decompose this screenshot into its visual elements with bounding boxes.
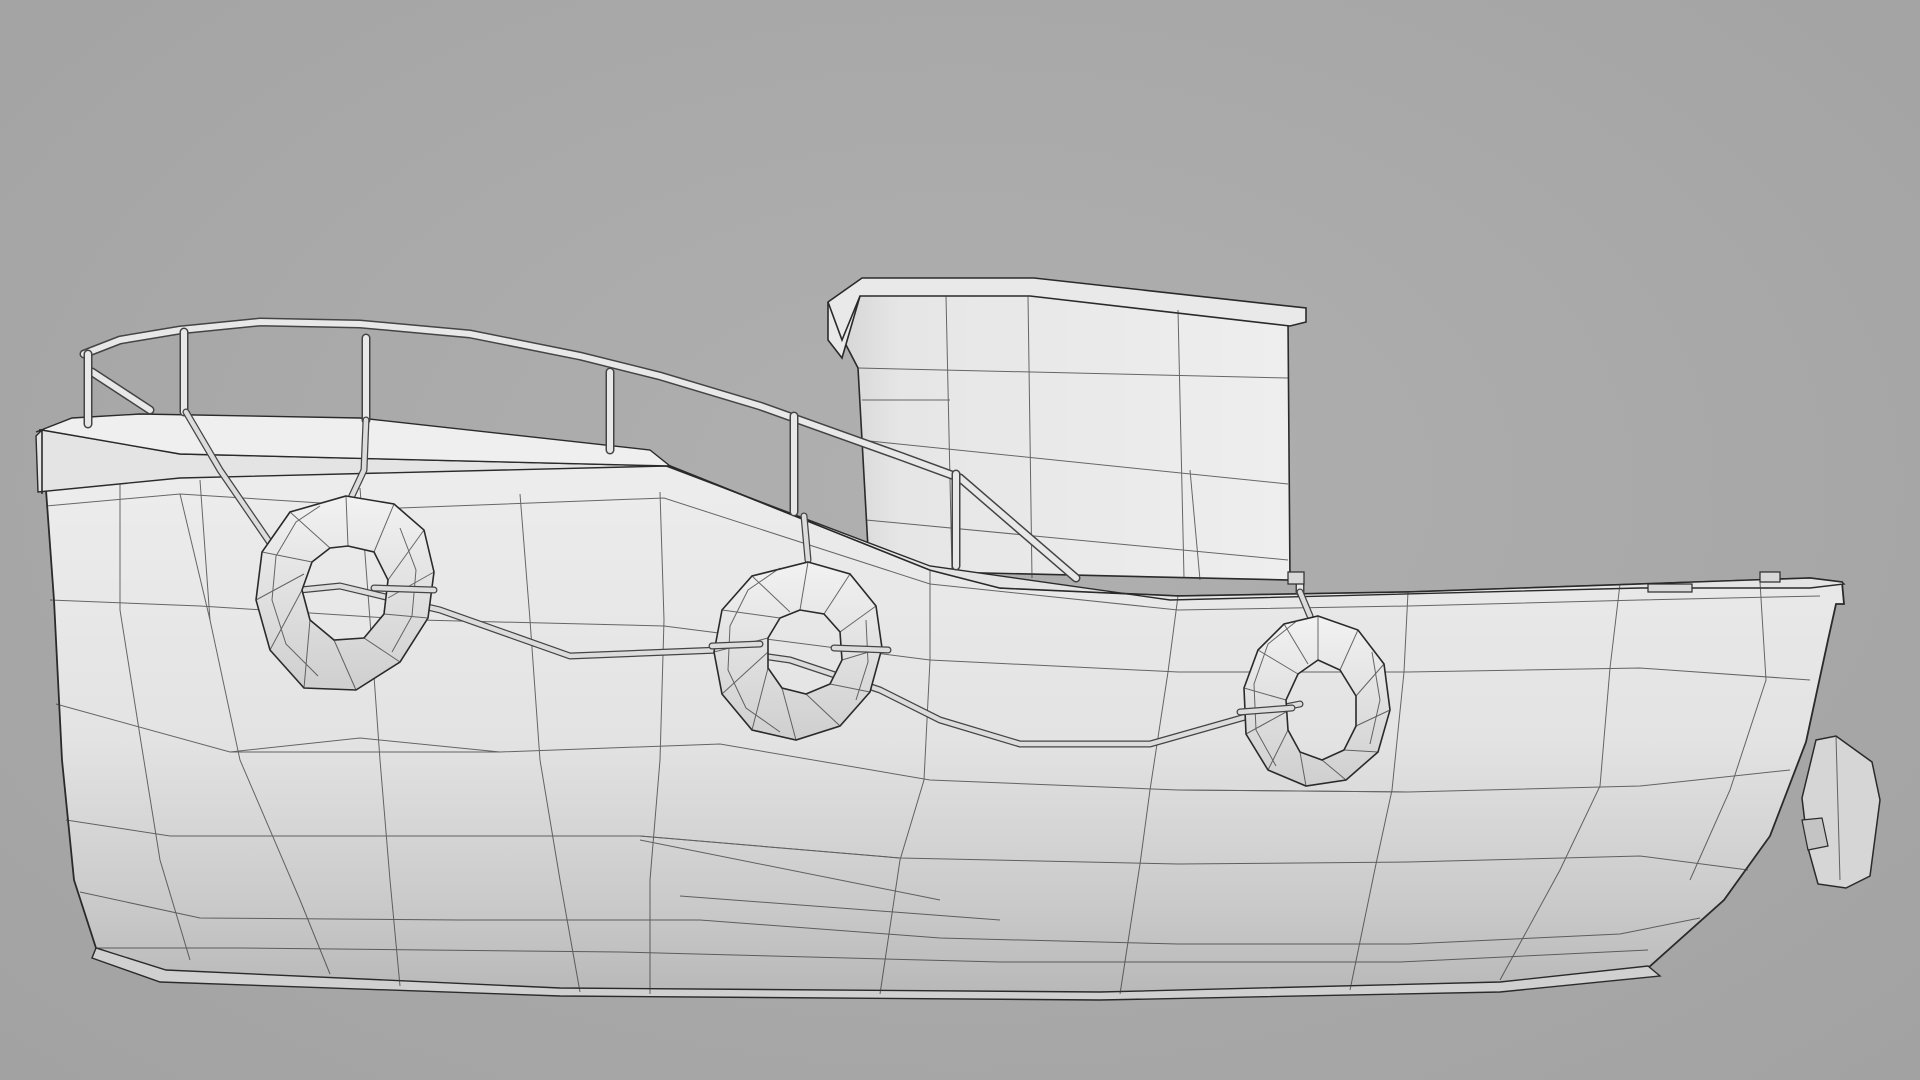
cabin (827, 277, 1307, 581)
rudder (1801, 735, 1881, 889)
boat-model (35, 277, 1881, 1001)
viewport (0, 0, 1920, 1080)
